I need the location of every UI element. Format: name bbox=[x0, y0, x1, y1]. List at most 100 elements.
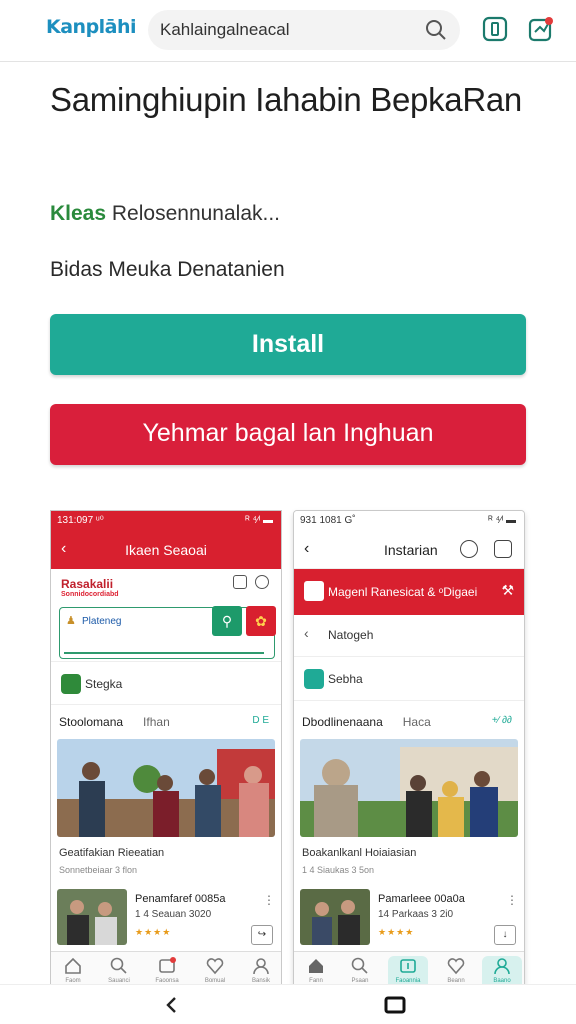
app-title: Saminghiupin Iahabin BepkaRan bbox=[50, 81, 522, 118]
nav-search: Psaan bbox=[340, 956, 380, 984]
screenshot-right[interactable]: 931 1081 G˚ ᴿ ⁴⁄ᴵ ▬ ‹ Instarian Magenl Ra… bbox=[293, 510, 525, 998]
status-bar: 931 1081 G˚ ᴿ ⁴⁄ᴵ ▬ bbox=[294, 511, 524, 531]
install-button[interactable]: Install bbox=[50, 314, 526, 375]
section-title: Dbodlinenaana bbox=[302, 715, 383, 729]
library-icon bbox=[159, 957, 176, 973]
section-tag: D E bbox=[252, 715, 269, 726]
nav-search: Sauanci bbox=[99, 956, 139, 984]
user-icon: ♟ bbox=[66, 615, 76, 627]
system-nav-bar bbox=[0, 984, 576, 1024]
promo-card: ♟ Plateneg ⚲ ✿ bbox=[59, 606, 276, 659]
news-subtitle: Sonnetbeiaar 3 flon bbox=[59, 865, 138, 875]
heart-icon bbox=[447, 958, 465, 975]
screen-app-bar: ‹ Instarian bbox=[294, 531, 524, 569]
home-nav-icon[interactable] bbox=[384, 995, 406, 1015]
search-input[interactable]: Kahlaingalneacal bbox=[160, 20, 290, 40]
list-row: Stegka bbox=[51, 661, 281, 705]
status-icons: ᴿ ⁴⁄ᴵ ▬ bbox=[245, 515, 273, 526]
banner-icon bbox=[304, 581, 324, 601]
nav-home: Fann bbox=[296, 956, 336, 984]
logo-text: Kanplāhi bbox=[46, 16, 137, 38]
status-time: 131:097 ᵘ⁰ bbox=[57, 515, 104, 526]
list-row: Sebha bbox=[294, 657, 524, 701]
developer-accent: Kleas bbox=[50, 202, 107, 225]
tools-icon: ⚒ bbox=[501, 582, 514, 598]
screen-app-bar: ‹ Ikaen Seaoai bbox=[51, 531, 281, 569]
store-logo[interactable]: Kanplāhi bbox=[46, 16, 137, 38]
developer-name: Relosennunalak... bbox=[111, 202, 281, 225]
news-title: Geatifakian Rieeatian bbox=[59, 847, 165, 859]
gift-icon: ✿ bbox=[246, 606, 276, 636]
bookmark-icon bbox=[233, 575, 247, 589]
developer-line[interactable]: Kleas Relosennunalak... bbox=[50, 202, 280, 226]
section-sub: Ifhan bbox=[143, 715, 170, 729]
share-icon bbox=[255, 575, 269, 589]
brand-name: Rasakalii bbox=[61, 577, 114, 591]
profile-icon bbox=[494, 958, 510, 975]
item-rating: ★★★★ bbox=[135, 927, 172, 937]
home-icon bbox=[65, 957, 81, 974]
news-subtitle: 1 4 Siaukas 3 5on bbox=[302, 865, 375, 875]
item-title: Pamarleee 00a0a bbox=[378, 893, 465, 905]
profile-icon bbox=[253, 958, 269, 975]
promo-text: Plateneg bbox=[82, 616, 122, 627]
section-tag: +∕ ∂∂ bbox=[491, 715, 512, 726]
nav-favorites: Bomual bbox=[195, 956, 235, 984]
brand-sub: Sonnidocordiabd bbox=[61, 591, 119, 598]
item-rating: ★★★★ bbox=[378, 927, 415, 937]
app-icon bbox=[61, 674, 81, 694]
clock-icon bbox=[460, 540, 478, 558]
nav-library: Faoonsa bbox=[147, 956, 187, 984]
section-sub: Haca bbox=[402, 715, 431, 729]
back-icon: ‹ bbox=[304, 540, 310, 557]
notifications-icon[interactable] bbox=[528, 16, 554, 42]
screenshot-left[interactable]: 131:097 ᵘ⁰ ᴿ ⁴⁄ᴵ ▬ ‹ Ikaen Seaoai Rasakal… bbox=[50, 510, 282, 998]
status-time: 931 1081 G˚ bbox=[300, 515, 356, 526]
item-title: Penamfaref 0085a bbox=[135, 893, 226, 905]
heart-icon bbox=[206, 958, 224, 975]
nav-home: Faom bbox=[53, 956, 93, 984]
search-icon[interactable] bbox=[424, 18, 448, 42]
nav-profile: Bansik bbox=[241, 956, 281, 984]
news-photo bbox=[300, 739, 518, 837]
item-thumbnail bbox=[300, 889, 370, 945]
app-icon bbox=[304, 669, 324, 689]
item-subtitle: 14 Parkaas 3 2i0 bbox=[378, 909, 454, 920]
section-title: Stoolomana bbox=[59, 715, 124, 729]
download-icon: ↓ bbox=[494, 925, 516, 945]
search-bar[interactable]: Kahlaingalneacal bbox=[148, 10, 460, 50]
section-header: Dbodlinenaana Haca +∕ ∂∂ bbox=[302, 715, 518, 729]
row-label: Sebha bbox=[328, 672, 363, 686]
screen-title: Ikaen Seaoai bbox=[125, 542, 207, 558]
download-icon: ↪ bbox=[251, 925, 273, 945]
brand-header: Rasakalii Sonnidocordiabd bbox=[61, 577, 119, 598]
promo-banner: Magenl Ranesicat & ᵒDigaei ⚒ bbox=[294, 569, 524, 615]
item-subtitle: 1 4 Seauan 3020 bbox=[135, 909, 212, 920]
search-icon bbox=[351, 957, 368, 974]
more-icon: ⋮ bbox=[263, 893, 275, 907]
item-thumbnail bbox=[57, 889, 127, 945]
chevron-left-icon: ‹ bbox=[304, 625, 309, 641]
news-photo bbox=[57, 739, 275, 837]
back-nav-icon[interactable] bbox=[162, 995, 182, 1015]
row-label: Natogeh bbox=[328, 628, 374, 642]
more-icon: ⋮ bbox=[506, 893, 518, 907]
banner-text: Magenl Ranesicat & ᵒDigaei bbox=[328, 585, 478, 599]
status-bar: 131:097 ᵘ⁰ ᴿ ⁴⁄ᴵ ▬ bbox=[51, 511, 281, 531]
library-icon bbox=[400, 959, 416, 973]
list-row: ‹ Natogeh bbox=[294, 613, 524, 657]
home-icon bbox=[309, 959, 323, 973]
secondary-action-button[interactable]: Yehmar bagal lan Inghuan bbox=[50, 404, 526, 465]
progress-line bbox=[64, 652, 264, 654]
app-meta: Bidas Meuka Denatanien bbox=[50, 258, 285, 281]
nav-favorites: Beann bbox=[436, 956, 476, 984]
row-label: Stegka bbox=[85, 677, 123, 691]
location-icon: ⚲ bbox=[212, 606, 242, 636]
top-app-bar: Kanplāhi Kahlaingalneacal bbox=[0, 0, 576, 62]
search-icon bbox=[110, 957, 127, 974]
menu-icon bbox=[494, 540, 512, 558]
library-icon[interactable] bbox=[482, 16, 508, 42]
news-title: Boakanlkanl Hoiaiasian bbox=[302, 847, 417, 859]
status-icons: ᴿ ⁴⁄ᴵ ▬ bbox=[488, 515, 516, 526]
section-header: Stoolomana Ifhan D E bbox=[59, 715, 275, 729]
